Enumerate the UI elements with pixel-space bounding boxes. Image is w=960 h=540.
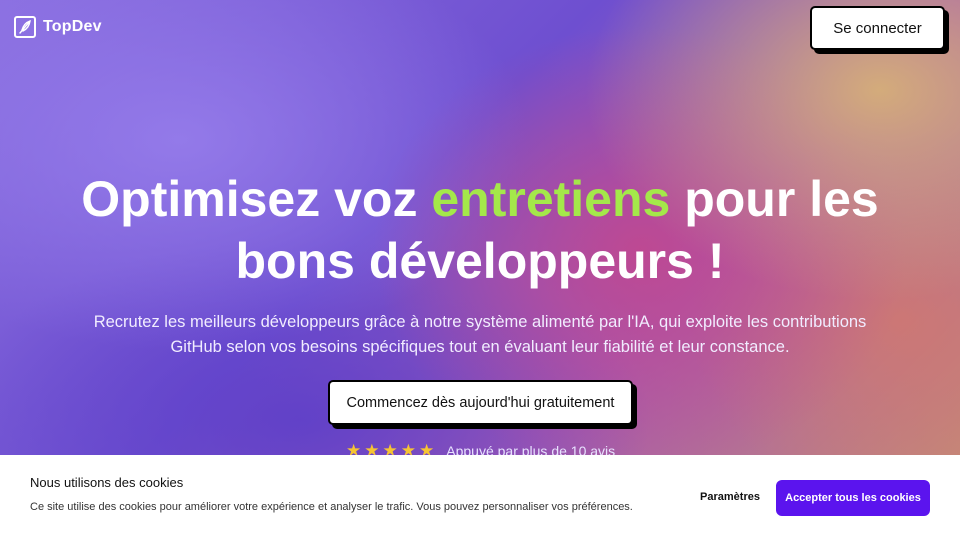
headline-part1: Optimisez voz <box>81 171 432 227</box>
hero-headline: Optimisez voz entretiens pour les bons d… <box>40 168 920 292</box>
brand-logo[interactable]: TopDev <box>14 16 102 38</box>
brand-name: TopDev <box>43 18 102 35</box>
cookie-text: Ce site utilise des cookies pour amélior… <box>30 501 633 513</box>
cookie-title: Nous utilisons des cookies <box>30 475 184 490</box>
headline-accent: entretiens <box>431 171 671 227</box>
feather-icon <box>14 16 36 38</box>
cookie-settings-button[interactable]: Paramètres <box>690 483 770 511</box>
accept-cookies-button[interactable]: Accepter tous les cookies <box>776 480 930 516</box>
login-button[interactable]: Se connecter <box>810 6 945 50</box>
hero-subtitle: Recrutez les meilleurs développeurs grâc… <box>93 313 867 356</box>
get-started-button[interactable]: Commencez dès aujourd'hui gratuitement <box>328 380 633 425</box>
cookie-banner: Nous utilisons des cookies Ce site utili… <box>0 455 960 540</box>
